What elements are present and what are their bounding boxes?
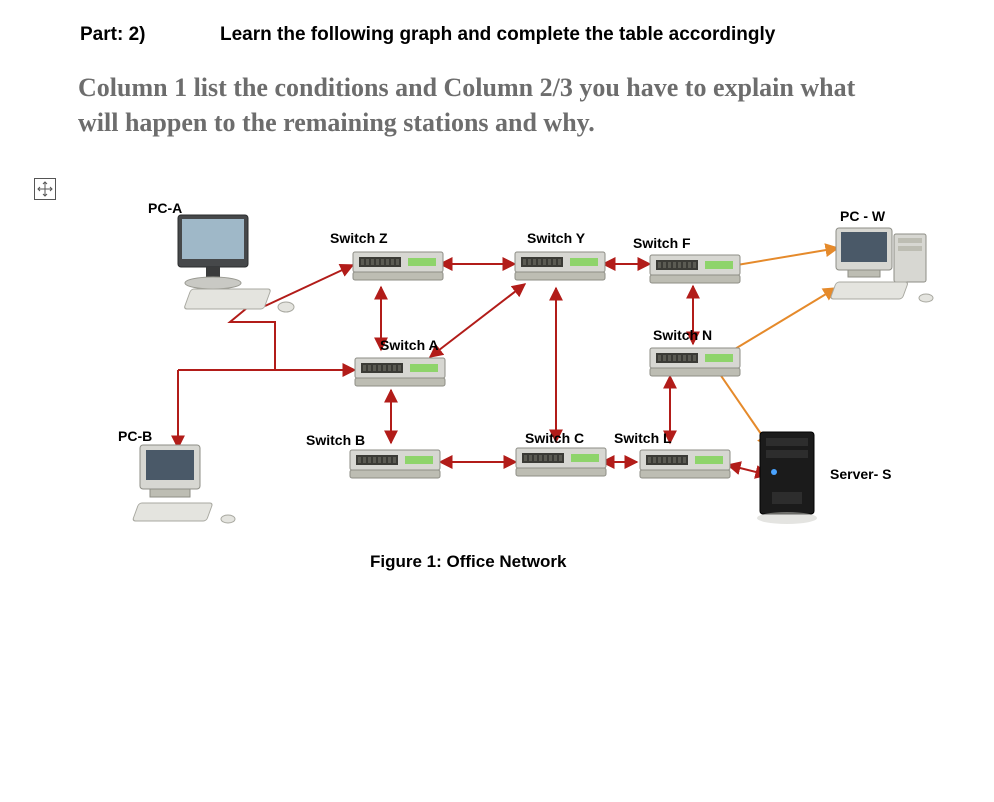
label-switch-a: Switch A — [380, 337, 439, 353]
switch-a-icon — [355, 358, 445, 386]
label-switch-z: Switch Z — [330, 230, 388, 246]
switch-y-icon — [515, 252, 605, 280]
label-switch-f: Switch F — [633, 235, 691, 251]
pc-a-icon — [178, 215, 294, 312]
label-switch-n: Switch N — [653, 327, 712, 343]
move-handle-icon — [34, 178, 56, 200]
label-switch-b: Switch B — [306, 432, 365, 448]
label-switch-l: Switch L — [614, 430, 672, 446]
heading-part: Part: 2) — [80, 24, 145, 46]
label-switch-y: Switch Y — [527, 230, 585, 246]
switch-n-icon — [650, 348, 740, 376]
switch-l-icon — [640, 450, 730, 478]
label-switch-c: Switch C — [525, 430, 584, 446]
switch-b-icon — [350, 450, 440, 478]
label-pc-w: PC - W — [840, 208, 885, 224]
label-pc-b: PC-B — [118, 428, 152, 444]
switch-c-icon — [516, 448, 606, 476]
pc-b-icon — [132, 445, 235, 523]
pc-w-icon — [830, 228, 933, 302]
subtitle-text: Column 1 list the conditions and Column … — [78, 70, 898, 140]
label-pc-a: PC-A — [148, 200, 182, 216]
switch-z-icon — [353, 252, 443, 280]
server-s-icon — [757, 432, 817, 524]
heading-instruction: Learn the following graph and complete t… — [220, 24, 775, 46]
figure-caption: Figure 1: Office Network — [370, 552, 566, 572]
switch-f-icon — [650, 255, 740, 283]
label-server-s: Server- S — [830, 466, 891, 482]
